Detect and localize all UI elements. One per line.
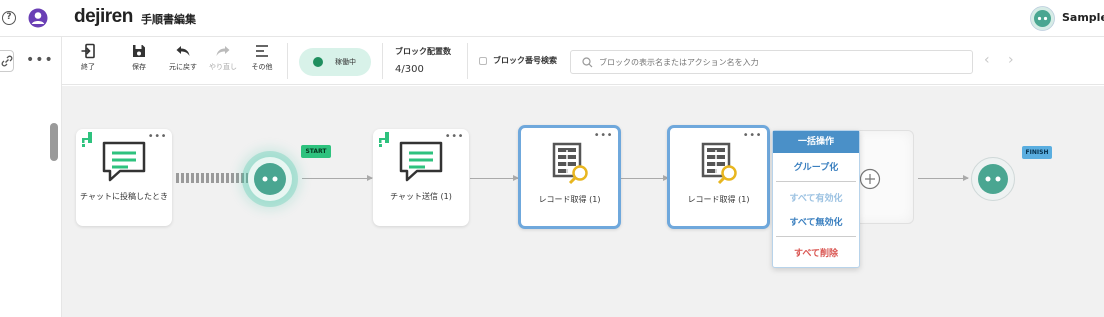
block-count-value: 4/300 xyxy=(395,64,424,75)
menu-divider xyxy=(776,181,856,182)
save-label: 保存 xyxy=(132,63,146,71)
redo-icon xyxy=(216,46,230,56)
chat-icon xyxy=(373,139,469,185)
redo-label: やり直し xyxy=(209,63,237,71)
canvas-scrollbar[interactable] xyxy=(50,123,58,161)
flow-block-record-get[interactable]: ••• レコード取得 (1) xyxy=(667,125,770,229)
search-input[interactable] xyxy=(599,54,959,70)
table-search-icon xyxy=(670,140,767,186)
start-node[interactable] xyxy=(248,157,292,201)
block-title: チャット送信 (1) xyxy=(390,192,452,201)
undo-label: 元に戻す xyxy=(169,63,197,71)
bulk-actions-menu: 一括操作 グループ化 すべて有効化 すべて無効化 すべて削除 xyxy=(772,130,860,268)
user-icon[interactable] xyxy=(28,8,48,28)
more-horizontal-icon[interactable]: ••• xyxy=(26,52,54,68)
other-menu-button[interactable]: その他 xyxy=(245,43,279,81)
block-number-search-label[interactable]: ブロック番号検索 xyxy=(493,55,557,66)
menu-lines-icon xyxy=(256,45,268,57)
search-icon xyxy=(582,57,593,68)
toolbar-divider xyxy=(467,43,468,79)
flow-block-chat-send[interactable]: ••• チャット送信 (1) xyxy=(373,129,469,226)
toolbar-divider xyxy=(382,43,383,79)
save-button[interactable]: 保存 xyxy=(122,43,156,81)
block-title: チャットに投稿したとき xyxy=(80,192,168,201)
menu-item-delete-all[interactable]: すべて削除 xyxy=(773,246,859,259)
flow-editor: ? dejiren 手順書編集 Sample_ ••• xyxy=(0,0,1104,317)
connector-arrow xyxy=(302,175,373,181)
account-avatar-icon[interactable] xyxy=(1030,6,1055,31)
account-name[interactable]: Sample_ xyxy=(1062,11,1104,24)
search-field[interactable] xyxy=(570,50,973,74)
help-circle-icon[interactable]: ? xyxy=(2,11,16,25)
app-logo[interactable]: dejiren xyxy=(74,6,133,28)
add-circle-icon xyxy=(859,168,881,190)
exit-icon xyxy=(81,43,95,59)
exit-button[interactable]: 終了 xyxy=(71,43,105,81)
toolbar-divider xyxy=(287,43,288,79)
start-tag: START xyxy=(301,145,331,158)
table-search-icon xyxy=(521,140,618,186)
connector-arrow xyxy=(918,175,969,181)
link-button[interactable] xyxy=(0,50,14,72)
menu-divider xyxy=(776,236,856,237)
exit-label: 終了 xyxy=(81,63,95,71)
status-label: 稼働中 xyxy=(335,58,356,66)
undo-icon xyxy=(176,46,190,56)
prev-result-button[interactable]: ‹ xyxy=(984,52,990,68)
redo-button[interactable]: やり直し xyxy=(206,43,240,81)
robot-face-icon xyxy=(254,163,286,195)
flow-block-record-get[interactable]: ••• レコード取得 (1) xyxy=(518,125,621,229)
connector-arrow xyxy=(470,175,519,181)
menu-item-disable-all[interactable]: すべて無効化 xyxy=(773,215,859,228)
top-bar: ? dejiren 手順書編集 Sample_ xyxy=(0,0,1104,37)
block-number-search-checkbox[interactable] xyxy=(479,57,487,65)
status-toggle[interactable]: 稼働中 xyxy=(299,48,371,76)
next-result-button[interactable]: › xyxy=(1008,52,1014,68)
save-icon xyxy=(133,45,145,57)
menu-item-enable-all[interactable]: すべて有効化 xyxy=(773,191,859,204)
block-title: レコード取得 (1) xyxy=(687,195,750,204)
flow-canvas[interactable]: ••• チャットに投稿したとき START ••• チャット送信 (1) •••… xyxy=(62,86,1104,317)
status-dot xyxy=(313,57,323,67)
page-title: 手順書編集 xyxy=(141,13,196,26)
finish-tag: FINISH xyxy=(1022,146,1052,159)
editor-toolbar: 終了 保存 元に戻す やり直し その他 稼働中 ブロック配置数 4/300 ブロ… xyxy=(62,37,1104,85)
left-rail: ••• xyxy=(0,37,62,317)
chat-icon xyxy=(76,139,172,185)
other-label: その他 xyxy=(251,63,273,71)
menu-header: 一括操作 xyxy=(773,131,859,153)
trigger-dashed-connector xyxy=(176,173,248,183)
link-icon xyxy=(1,55,13,67)
undo-button[interactable]: 元に戻す xyxy=(166,43,200,81)
finish-node[interactable] xyxy=(971,157,1015,201)
block-count-label: ブロック配置数 xyxy=(395,47,451,56)
connector-arrow xyxy=(620,175,669,181)
robot-face-icon xyxy=(978,164,1008,194)
menu-item-group[interactable]: グループ化 xyxy=(773,160,859,173)
block-title: レコード取得 (1) xyxy=(538,195,601,204)
flow-block-trigger[interactable]: ••• チャットに投稿したとき xyxy=(76,129,172,226)
